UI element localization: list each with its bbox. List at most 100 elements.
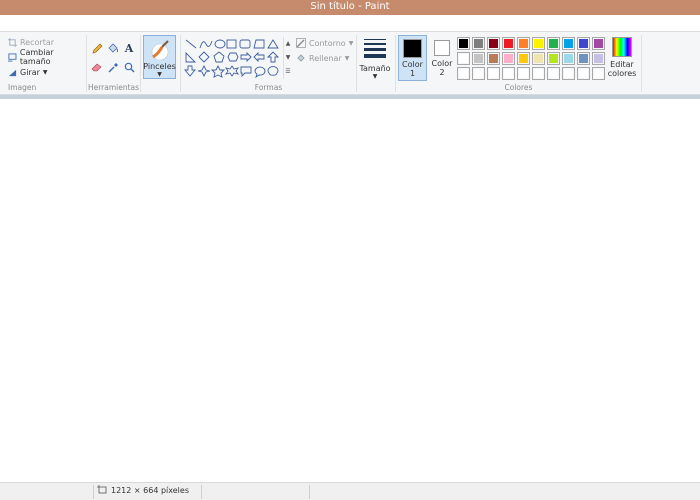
outline-label: Contorno bbox=[309, 38, 346, 48]
palette-swatch-fill bbox=[489, 54, 498, 63]
hexagon-shape-icon bbox=[227, 52, 239, 62]
chevron-down-icon[interactable]: ▼ bbox=[284, 51, 292, 65]
crop-icon bbox=[8, 37, 17, 47]
five-point-star-shape-icon bbox=[210, 64, 226, 78]
palette-swatch[interactable] bbox=[577, 67, 590, 80]
expand-gallery-icon[interactable]: ☰ bbox=[284, 65, 292, 79]
palette-swatch[interactable] bbox=[487, 67, 500, 80]
palette-swatch[interactable] bbox=[592, 52, 605, 65]
status-bar: 1212 × 664 píxeles bbox=[0, 482, 700, 500]
fill-tool[interactable] bbox=[106, 41, 120, 55]
text-tool[interactable]: A bbox=[122, 41, 136, 55]
brushes-label: Pinceles bbox=[143, 62, 176, 71]
color2-label-line1: Color bbox=[431, 59, 453, 68]
palette-swatch[interactable] bbox=[532, 52, 545, 65]
crop-button[interactable]: Recortar bbox=[8, 36, 54, 48]
palette-swatch[interactable] bbox=[517, 52, 530, 65]
pencil-tool[interactable] bbox=[90, 41, 104, 55]
pentagon-shape-icon bbox=[213, 51, 225, 63]
palette-swatch-fill bbox=[594, 39, 603, 48]
color1-label: Color 1 bbox=[402, 60, 423, 78]
color2-label: Color 2 bbox=[432, 59, 453, 77]
palette-swatch[interactable] bbox=[532, 67, 545, 80]
palette-swatch-fill bbox=[594, 69, 603, 78]
palette-swatch[interactable] bbox=[562, 37, 575, 50]
left-arrow-shape-icon bbox=[253, 51, 265, 63]
palette-swatch[interactable] bbox=[472, 52, 485, 65]
eraser-tool[interactable] bbox=[90, 60, 104, 74]
color2-button[interactable]: Color 2 bbox=[429, 35, 455, 81]
palette-swatch-fill bbox=[504, 39, 513, 48]
shapes-gallery-scroll[interactable]: ▲ ▼ ☰ bbox=[283, 37, 292, 79]
shapes-gallery bbox=[184, 38, 282, 80]
group-herramientas: A Herramientas bbox=[87, 32, 140, 94]
palette-swatch-fill bbox=[594, 54, 603, 63]
palette-swatch-fill bbox=[579, 69, 588, 78]
palette-swatch-fill bbox=[519, 69, 528, 78]
canvas-size-indicator: 1212 × 664 píxeles bbox=[97, 485, 189, 495]
edit-colors-label-line1: Editar bbox=[610, 60, 634, 69]
outline-button[interactable]: Contorno ▼ bbox=[296, 37, 353, 49]
palette-swatch[interactable] bbox=[457, 67, 470, 80]
palette-swatch[interactable] bbox=[502, 37, 515, 50]
brushes-button[interactable]: Pinceles ▼ bbox=[143, 35, 176, 79]
chevron-down-icon: ▼ bbox=[42, 68, 48, 76]
color-picker-tool[interactable] bbox=[106, 60, 120, 74]
color2-swatch bbox=[434, 40, 450, 56]
four-point-star-shape-icon bbox=[197, 64, 211, 78]
palette-swatch[interactable] bbox=[457, 37, 470, 50]
edit-colors-button[interactable]: Editar colores bbox=[608, 37, 636, 83]
palette-swatch-fill bbox=[489, 69, 498, 78]
palette-swatch-fill bbox=[549, 39, 558, 48]
palette-swatch[interactable] bbox=[532, 37, 545, 50]
palette-swatch[interactable] bbox=[457, 52, 470, 65]
color2-label-line2: 2 bbox=[439, 68, 445, 77]
palette-swatch[interactable] bbox=[547, 37, 560, 50]
palette-swatch[interactable] bbox=[562, 52, 575, 65]
shapes-icons bbox=[184, 39, 280, 79]
palette-swatch[interactable] bbox=[517, 37, 530, 50]
line-shape-icon bbox=[185, 39, 197, 49]
palette-swatch-fill bbox=[579, 54, 588, 63]
palette-swatch-fill bbox=[519, 39, 528, 48]
palette-swatch-fill bbox=[564, 54, 573, 63]
rectangle-shape-icon bbox=[226, 39, 237, 49]
palette-swatch[interactable] bbox=[592, 67, 605, 80]
palette-swatch[interactable] bbox=[487, 37, 500, 50]
palette-swatch[interactable] bbox=[577, 37, 590, 50]
pencil-icon bbox=[92, 43, 102, 53]
palette-swatch[interactable] bbox=[577, 52, 590, 65]
chevron-up-icon[interactable]: ▲ bbox=[284, 37, 292, 51]
color-palette bbox=[457, 37, 607, 85]
size-button[interactable]: Tamaño ▼ bbox=[359, 37, 391, 85]
palette-swatch[interactable] bbox=[502, 52, 515, 65]
crop-label: Recortar bbox=[20, 37, 55, 47]
group-label-formas: Formas bbox=[254, 83, 283, 92]
color1-button[interactable]: Color 1 bbox=[398, 35, 427, 81]
right-triangle-shape-icon bbox=[185, 51, 197, 63]
palette-swatch-fill bbox=[579, 39, 588, 48]
resize-label: Cambiar tamaño bbox=[19, 48, 54, 66]
color1-label-line2: 1 bbox=[409, 69, 416, 78]
palette-swatch[interactable] bbox=[502, 67, 515, 80]
palette-swatch[interactable] bbox=[547, 67, 560, 80]
fill-button[interactable]: Rellenar ▼ bbox=[296, 52, 349, 64]
palette-swatch[interactable] bbox=[562, 67, 575, 80]
palette-swatch[interactable] bbox=[547, 52, 560, 65]
palette-swatch[interactable] bbox=[592, 37, 605, 50]
canvas-size-icon bbox=[97, 485, 107, 494]
chevron-down-icon: ▼ bbox=[348, 39, 354, 47]
drawing-canvas[interactable] bbox=[0, 99, 700, 482]
fill-icon bbox=[297, 54, 305, 62]
rotate-button[interactable]: Girar ▼ bbox=[8, 66, 48, 78]
diamond-shape-icon bbox=[198, 51, 210, 63]
palette-swatch[interactable] bbox=[487, 52, 500, 65]
palette-swatch[interactable] bbox=[517, 67, 530, 80]
six-point-star-shape-icon bbox=[224, 65, 240, 77]
palette-swatch[interactable] bbox=[472, 67, 485, 80]
magnifier-tool[interactable] bbox=[122, 60, 136, 74]
palette-swatch[interactable] bbox=[472, 37, 485, 50]
palette-swatch-fill bbox=[519, 54, 528, 63]
resize-button[interactable]: Cambiar tamaño bbox=[8, 48, 86, 66]
palette-swatch-fill bbox=[504, 69, 513, 78]
